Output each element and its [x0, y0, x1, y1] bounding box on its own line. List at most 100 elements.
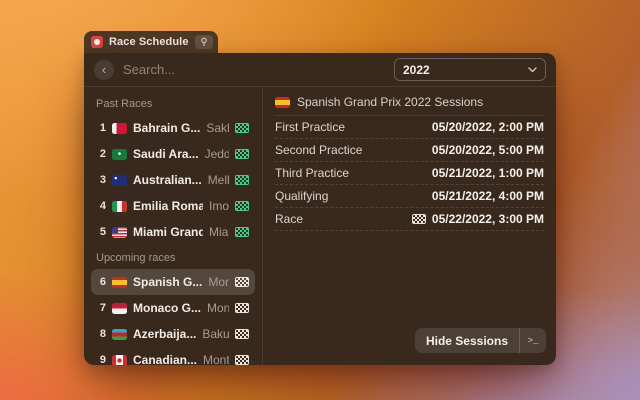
race-name: Saudi Ara...: [133, 147, 199, 161]
sessions-header: Spanish Grand Prix 2022 Sessions: [275, 89, 544, 116]
race-number: 7: [97, 302, 106, 314]
race-location: Monte-Carl...: [207, 301, 229, 315]
chevron-down-icon: [528, 67, 537, 73]
session-datetime-text: 05/21/2022, 4:00 PM: [432, 189, 544, 203]
race-row-7[interactable]: 7 Monaco G... Monte-Carl...: [91, 295, 255, 321]
green-checkered-flag-icon: [235, 201, 249, 211]
race-number: 9: [97, 354, 106, 365]
race-location: Montmeló,...: [208, 275, 229, 289]
session-label: Qualifying: [275, 189, 328, 203]
year-select[interactable]: 2022: [394, 58, 546, 81]
green-checkered-flag-icon: [235, 175, 249, 185]
race-row-5[interactable]: 5 Miami Grand... Miami, USA: [91, 219, 255, 245]
session-datetime: 05/20/2022, 2:00 PM: [432, 120, 544, 134]
race-number: 1: [97, 122, 106, 134]
chevron-left-icon: ‹: [102, 63, 106, 76]
session-row[interactable]: Qualifying 05/21/2022, 4:00 PM: [275, 185, 544, 208]
race-number: 4: [97, 200, 106, 212]
race-name: Azerbaija...: [133, 327, 196, 341]
race-name: Spanish G...: [133, 275, 202, 289]
pin-button[interactable]: [195, 35, 213, 49]
green-checkered-flag-icon: [235, 123, 249, 133]
flag-italy-icon: [112, 201, 127, 212]
checkered-flag-icon: [235, 329, 249, 339]
race-row-3[interactable]: 3 Australian... Melbourne,...: [91, 167, 255, 193]
session-row[interactable]: Second Practice 05/20/2022, 5:00 PM: [275, 139, 544, 162]
desktop-background: Race Schedule ‹ 2022 Past Races1Bahrain: [0, 0, 640, 400]
flag-azerbaijan-icon: [112, 329, 127, 340]
race-row-4[interactable]: 4 Emilia Roma... Imola, Italy: [91, 193, 255, 219]
race-row-6[interactable]: 6 Spanish G... Montmeló,...: [91, 269, 255, 295]
checkered-flag-icon: [235, 277, 249, 287]
race-location: Miami, USA: [209, 225, 229, 239]
race-name: Emilia Roma...: [133, 199, 203, 213]
session-label: Third Practice: [275, 166, 349, 180]
race-name: Bahrain G...: [133, 121, 200, 135]
race-row-9[interactable]: 9 Canadian... Montreal, C...: [91, 347, 255, 365]
terminal-icon: >_: [528, 336, 539, 346]
session-label: First Practice: [275, 120, 345, 134]
race-row-8[interactable]: 8 Azerbaija... Baku, Azerb...: [91, 321, 255, 347]
flag-canada-icon: [112, 355, 127, 366]
session-label: Race: [275, 212, 303, 226]
race-number: 2: [97, 148, 106, 160]
race-list[interactable]: Past Races 1 Bahrain G... Sakhir, Bahr... 2 S…: [84, 87, 262, 365]
race-name: Miami Grand...: [133, 225, 203, 239]
session-datetime-text: 05/20/2022, 2:00 PM: [432, 120, 544, 134]
session-datetime: 05/21/2022, 1:00 PM: [432, 166, 544, 180]
race-number: 6: [97, 276, 106, 288]
tab-title: Race Schedule: [109, 36, 189, 48]
race-name: Canadian...: [133, 353, 197, 365]
toolbar: ‹ 2022: [84, 53, 556, 86]
race-location: Baku, Azerb...: [202, 327, 229, 341]
session-datetime-text: 05/20/2022, 5:00 PM: [432, 143, 544, 157]
year-select-value: 2022: [403, 63, 430, 77]
hide-sessions-button[interactable]: Hide Sessions: [415, 328, 519, 353]
session-label: Second Practice: [275, 143, 362, 157]
window-tab[interactable]: Race Schedule: [84, 31, 218, 53]
flag-australia-icon: [112, 175, 127, 186]
flag-monaco-icon: [112, 303, 127, 314]
race-name: Monaco G...: [133, 301, 201, 315]
section-label: Upcoming races: [91, 245, 255, 269]
session-row[interactable]: Third Practice 05/21/2022, 1:00 PM: [275, 162, 544, 185]
green-checkered-flag-icon: [235, 227, 249, 237]
flag-bahrain-icon: [112, 123, 127, 134]
flag-usa-icon: [112, 227, 127, 238]
checkered-flag-icon: [412, 214, 426, 224]
checkered-flag-icon: [235, 303, 249, 313]
race-row-2[interactable]: 2 Saudi Ara... Jeddah, Sa...: [91, 141, 255, 167]
search-input[interactable]: [123, 62, 385, 77]
back-button[interactable]: ‹: [94, 60, 114, 80]
section-label: Past Races: [91, 91, 255, 115]
session-datetime: 05/22/2022, 3:00 PM: [412, 212, 544, 226]
checkered-flag-icon: [235, 355, 249, 365]
flag-saudi-arabia-icon: [112, 149, 127, 160]
session-datetime-text: 05/21/2022, 1:00 PM: [432, 166, 544, 180]
race-schedule-app-icon: [91, 36, 103, 48]
race-row-1[interactable]: 1 Bahrain G... Sakhir, Bahr...: [91, 115, 255, 141]
race-location: Imola, Italy: [209, 199, 229, 213]
flag-spain-icon: [275, 97, 290, 108]
race-location: Jeddah, Sa...: [205, 147, 229, 161]
race-number: 8: [97, 328, 106, 340]
session-datetime-text: 05/22/2022, 3:00 PM: [432, 212, 544, 226]
pin-icon: [199, 37, 209, 47]
session-datetime: 05/21/2022, 4:00 PM: [432, 189, 544, 203]
race-location: Melbourne,...: [208, 173, 229, 187]
race-location: Sakhir, Bahr...: [206, 121, 229, 135]
race-number: 5: [97, 226, 106, 238]
race-name: Australian...: [133, 173, 202, 187]
race-location: Montreal, C...: [203, 353, 229, 365]
session-row[interactable]: Race 05/22/2022, 3:00 PM: [275, 208, 544, 231]
race-schedule-window: ‹ 2022 Past Races 1 Bahrain G... Sakhir, Ba…: [84, 53, 556, 365]
actions-menu-button[interactable]: >_: [520, 328, 546, 353]
flag-spain-icon: [112, 277, 127, 288]
green-checkered-flag-icon: [235, 149, 249, 159]
action-button-group: Hide Sessions >_: [415, 328, 546, 353]
sessions-title: Spanish Grand Prix 2022 Sessions: [297, 95, 483, 109]
session-row[interactable]: First Practice 05/20/2022, 2:00 PM: [275, 116, 544, 139]
sessions-panel: Spanish Grand Prix 2022 Sessions First P…: [263, 87, 556, 365]
race-number: 3: [97, 174, 106, 186]
session-datetime: 05/20/2022, 5:00 PM: [432, 143, 544, 157]
